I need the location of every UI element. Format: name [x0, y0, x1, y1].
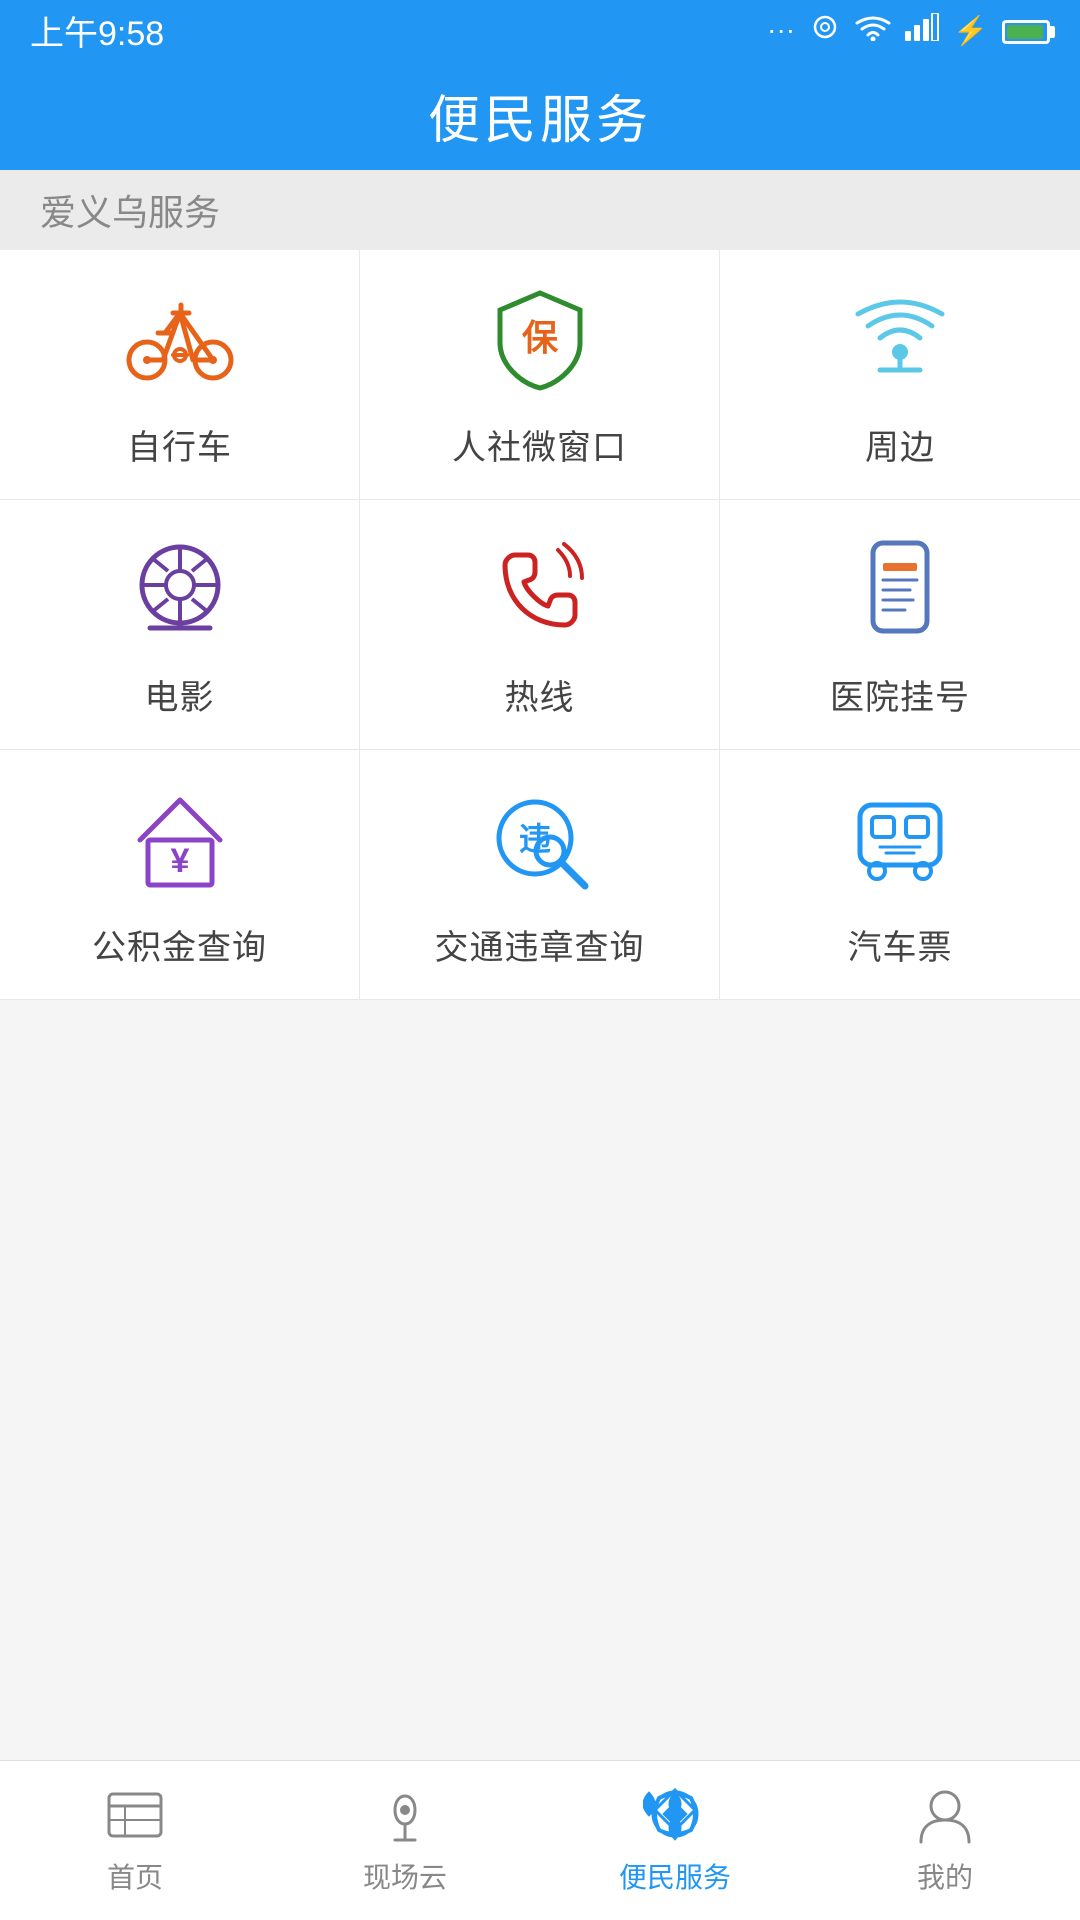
service-traffic-label: 交通违章查询 [435, 920, 645, 969]
service-fund[interactable]: ¥ 公积金查询 [0, 750, 360, 1000]
shield-icon: 保 [480, 280, 600, 400]
service-bicycle-label: 自行车 [127, 420, 232, 469]
service-social-security[interactable]: 保 人社微窗口 [360, 250, 720, 500]
service-traffic[interactable]: 违 交通违章查询 [360, 750, 720, 1000]
section-label-text: 爱义乌服务 [40, 184, 220, 236]
battery-icon [1002, 14, 1050, 46]
service-hotline[interactable]: 热线 [360, 500, 720, 750]
service-movie-label: 电影 [145, 670, 215, 719]
service-nearby[interactable]: 周边 [720, 250, 1080, 500]
nav-service-icon [640, 1786, 710, 1846]
service-bicycle[interactable]: 自行车 [0, 250, 360, 500]
nav-service-label: 便民服务 [619, 1856, 731, 1896]
nav-live-label: 现场云 [363, 1856, 447, 1896]
service-social-security-label: 人社微窗口 [452, 420, 627, 469]
phone-icon [480, 530, 600, 650]
service-bus-ticket[interactable]: 汽车票 [720, 750, 1080, 1000]
status-time: 上午9:58 [30, 6, 164, 55]
service-hospital-label: 医院挂号 [830, 670, 970, 719]
house-yen-icon: ¥ [120, 780, 240, 900]
service-bus-ticket-label: 汽车票 [848, 920, 953, 969]
charging-icon: ⚡ [953, 14, 988, 47]
film-icon [120, 530, 240, 650]
violation-icon: 违 [480, 780, 600, 900]
svg-text:保: 保 [521, 317, 558, 358]
nav-mine[interactable]: 我的 [810, 1786, 1080, 1896]
signal-icon [905, 13, 939, 48]
section-label: 爱义乌服务 [0, 170, 1080, 250]
nav-home-icon [100, 1786, 170, 1846]
service-hospital[interactable]: 医院挂号 [720, 500, 1080, 750]
bus-icon [840, 780, 960, 900]
nearby-icon [840, 280, 960, 400]
nav-live-icon [370, 1786, 440, 1846]
nav-home[interactable]: 首页 [0, 1786, 270, 1896]
nav-live[interactable]: 现场云 [270, 1786, 540, 1896]
service-nearby-label: 周边 [865, 420, 935, 469]
page-title: 便民服务 [428, 78, 652, 153]
service-fund-label: 公积金查询 [92, 920, 267, 969]
nav-service[interactable]: 便民服务 [540, 1786, 810, 1896]
service-movie[interactable]: 电影 [0, 500, 360, 750]
svg-text:¥: ¥ [170, 842, 189, 880]
nav-mine-label: 我的 [917, 1856, 973, 1896]
headphone-icon [809, 11, 841, 50]
nav-mine-icon [910, 1786, 980, 1846]
app-header: 便民服务 [0, 60, 1080, 170]
status-icons: ··· ⚡ [767, 11, 1050, 50]
bottom-nav: 首页 现场云 [0, 1760, 1080, 1920]
wifi-status-icon [855, 13, 891, 48]
status-bar: 上午9:58 ··· ⚡ [0, 0, 1080, 60]
hospital-icon [840, 530, 960, 650]
dots-icon: ··· [767, 14, 795, 46]
nav-home-label: 首页 [107, 1856, 163, 1896]
bicycle-icon [120, 280, 240, 400]
service-hotline-label: 热线 [505, 670, 575, 719]
service-grid: 自行车 保 人社微窗口 周边 [0, 250, 1080, 1000]
